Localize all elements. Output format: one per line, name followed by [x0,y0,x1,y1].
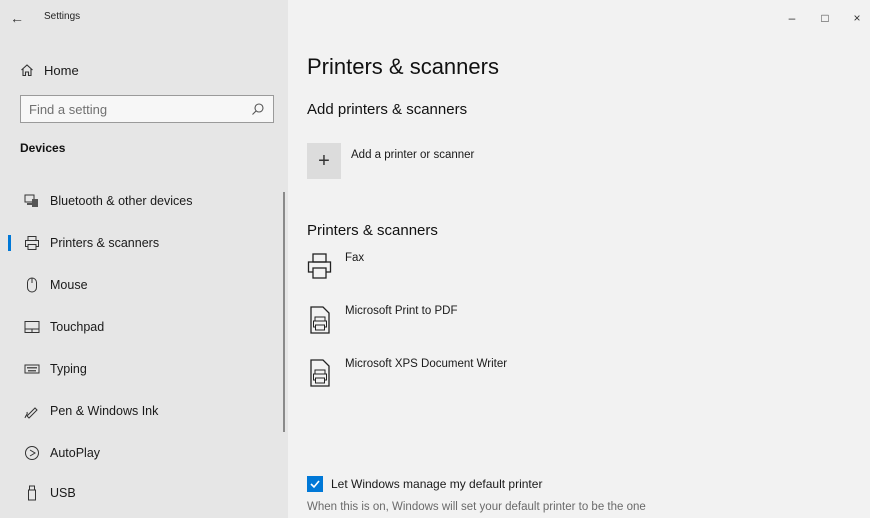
home-link[interactable]: Home [20,58,79,82]
home-label: Home [44,62,79,78]
plus-icon: + [307,143,341,179]
sidebar-item-pen-windows-ink[interactable]: Pen & Windows Ink [0,394,284,428]
printer-document-icon [307,305,333,334]
sidebar-item-autoplay[interactable]: AutoPlay [0,436,284,470]
printer-name: Fax [345,252,365,264]
sidebar-item-touchpad[interactable]: Touchpad [0,310,284,344]
touchpad-icon [24,319,40,335]
printers-list-heading: Printers & scanners [307,222,438,239]
printer-item[interactable]: Fax [307,252,364,292]
usb-icon [24,485,40,501]
add-section-heading: Add printers & scanners [307,101,468,118]
bluetooth-devices-icon [24,193,40,209]
printer-icon [24,235,40,251]
default-printer-helper-text: When this is on, Windows will set your d… [307,501,646,513]
active-indicator [8,235,11,251]
add-printer-button[interactable]: + Add a printer or scanner [307,143,474,179]
home-icon [20,63,34,77]
window-title: Settings [44,11,81,22]
keyboard-icon [24,361,40,377]
printer-item[interactable]: Microsoft Print to PDF [307,305,457,345]
sidebar-item-mouse[interactable]: Mouse [0,268,284,302]
sidebar-scrollbar[interactable] [283,192,285,432]
default-printer-label: Let Windows manage my default printer [331,477,543,491]
maximize-button[interactable]: □ [810,6,840,30]
sidebar-item-typing[interactable]: Typing [0,352,284,386]
minimize-button[interactable]: – [777,6,807,30]
search-input[interactable] [21,96,241,122]
printer-item[interactable]: Microsoft XPS Document Writer [307,358,507,398]
autoplay-icon [24,445,40,461]
checkmark-icon [310,480,320,489]
mouse-icon [24,277,40,293]
sidebar-item-printers-scanners[interactable]: Printers & scanners [0,226,284,260]
pen-icon [24,403,40,419]
printer-name: Microsoft Print to PDF [345,305,458,317]
add-printer-label: Add a printer or scanner [351,149,475,161]
page-title: Printers & scanners [307,54,499,79]
back-arrow-icon[interactable]: ← [10,9,28,27]
sidebar-item-bluetooth[interactable]: Bluetooth & other devices [0,184,284,218]
printer-icon [307,252,333,280]
title-bar: ← Settings – □ × [0,0,870,36]
section-label-devices: Devices [20,141,66,155]
sidebar-item-usb[interactable]: USB [0,476,284,510]
default-printer-checkbox[interactable] [307,476,323,492]
search-box [20,95,274,123]
close-button[interactable]: × [842,6,870,30]
printer-name: Microsoft XPS Document Writer [345,358,508,370]
printer-document-icon [307,358,333,387]
search-icon[interactable] [251,102,265,116]
default-printer-checkbox-row[interactable]: Let Windows manage my default printer [307,476,542,492]
